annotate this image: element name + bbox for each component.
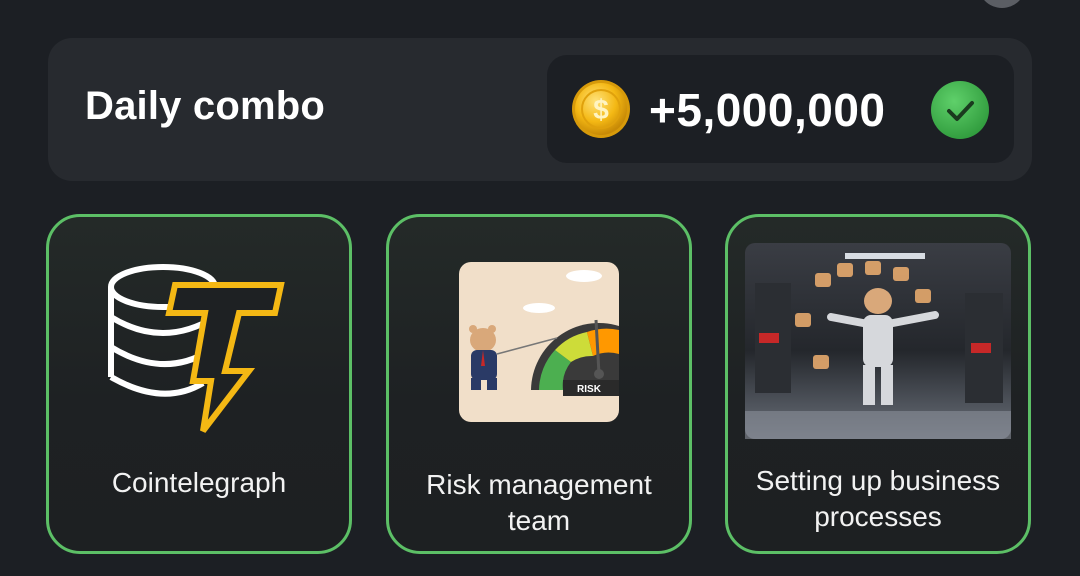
check-icon	[931, 81, 989, 139]
combo-card-risk-management[interactable]: RISK Risk management team	[386, 214, 692, 554]
cointelegraph-logo-icon	[108, 264, 285, 433]
reward-amount: +5,000,000	[649, 84, 886, 136]
reward-box: $ +5,000,000	[547, 55, 1014, 163]
gold-coin-icon: $	[572, 80, 630, 138]
top-avatar-edge	[978, 0, 1026, 8]
card-label: Risk management team	[426, 469, 652, 536]
risk-gauge-image-icon: RISK	[459, 262, 619, 422]
combo-card-business-processes[interactable]: Setting up business processes	[725, 214, 1031, 554]
svg-text:$: $	[593, 94, 609, 125]
factory-hamster-image-icon	[745, 243, 1011, 439]
daily-combo-bar: Daily combo $ +5,000,000	[48, 38, 1032, 181]
daily-combo-title: Daily combo	[85, 84, 326, 128]
card-label: Setting up business processes	[755, 465, 1001, 532]
svg-text:RISK: RISK	[577, 384, 602, 395]
card-label: Cointelegraph	[111, 467, 287, 498]
combo-card-cointelegraph[interactable]: Cointelegraph	[46, 214, 352, 554]
